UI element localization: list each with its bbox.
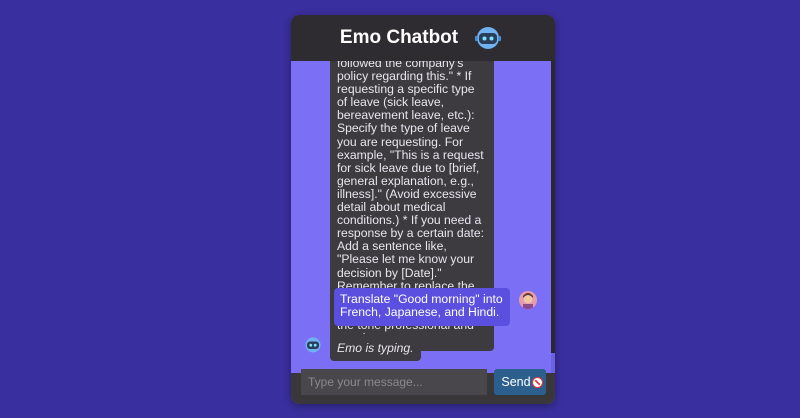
- scroll-thumb[interactable]: [551, 61, 555, 353]
- send-button[interactable]: Send: [494, 369, 546, 395]
- no-entry-icon: [531, 376, 543, 388]
- robot-icon: [304, 337, 322, 353]
- send-label: Send: [501, 375, 531, 389]
- user-message: Translate "Good morning" into French, Ja…: [334, 288, 510, 326]
- typing-indicator: Emo is typing.: [330, 335, 421, 361]
- message-scrollbar[interactable]: [551, 61, 555, 373]
- chat-window: Emo Chatbot followed the company's polic…: [291, 15, 555, 404]
- robot-icon: [474, 26, 502, 50]
- message-input[interactable]: [301, 369, 487, 395]
- message-list: followed the company's policy regarding …: [291, 61, 555, 373]
- chat-title: Emo Chatbot: [339, 27, 459, 48]
- chat-header: Emo Chatbot: [291, 15, 555, 61]
- user-avatar: [519, 291, 537, 309]
